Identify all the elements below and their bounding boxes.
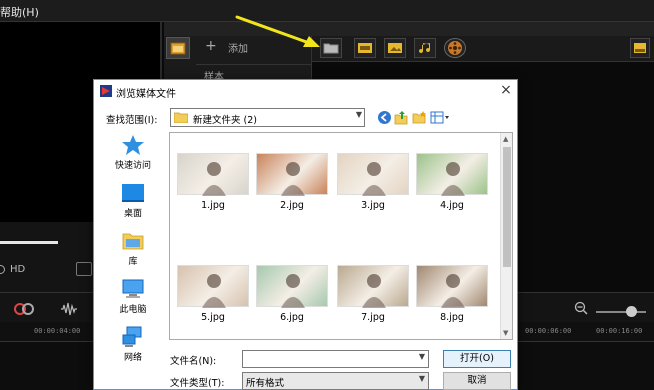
- zoom-slider-track[interactable]: [596, 311, 646, 313]
- scroll-up-icon[interactable]: ▲: [503, 135, 508, 143]
- options-button[interactable]: [630, 38, 650, 58]
- file-type-value: 所有格式: [246, 378, 285, 389]
- file-name: 4.jpg: [440, 200, 464, 211]
- media-folder-icon: [170, 42, 186, 55]
- file-list[interactable]: 1.jpg 2.jpg 3.jpg 4.jpg 5.jpg 6.jpg 7.jpg 8.jpg…: [169, 132, 513, 340]
- ruler-tick-label: 00:00:06:00: [525, 327, 572, 335]
- file-name: 8.jpg: [440, 312, 464, 323]
- chevron-down-icon: ▼: [355, 110, 362, 119]
- new-folder-icon[interactable]: [412, 110, 427, 125]
- audio-wave-icon[interactable]: [60, 302, 78, 316]
- place-label: 快速访问: [114, 161, 151, 171]
- hd-label[interactable]: HD: [10, 264, 25, 275]
- file-thumbnail: [416, 153, 488, 196]
- file-name-input[interactable]: ▼: [242, 350, 429, 368]
- back-icon[interactable]: [377, 110, 392, 125]
- look-in-dropdown[interactable]: 新建文件夹 (2) ▼: [170, 108, 365, 127]
- desktop-icon: [122, 184, 144, 202]
- place-label: 此电脑: [119, 305, 147, 315]
- folder-icon: [174, 112, 188, 123]
- add-plus-icon[interactable]: +: [205, 38, 217, 54]
- show-photo-button[interactable]: [384, 38, 406, 58]
- folder-icon: [323, 43, 339, 54]
- places-bar: 快速访问 桌面 库 此电脑 网络: [106, 132, 160, 372]
- reel-icon: [448, 41, 462, 55]
- app-logo-icon: [100, 85, 112, 97]
- photo-icon: [388, 43, 402, 53]
- preview-scrubber[interactable]: [0, 241, 58, 244]
- look-in-label: 查找范围(I):: [106, 115, 158, 126]
- show-flash-button[interactable]: [444, 38, 466, 58]
- chevron-down-icon[interactable]: ▼: [419, 352, 425, 361]
- close-button[interactable]: ×: [496, 81, 516, 99]
- place-label: 库: [128, 257, 138, 267]
- vertical-scrollbar[interactable]: ▲ ▼: [500, 133, 512, 339]
- menu-bar: 帮助(H): [0, 0, 654, 22]
- add-label[interactable]: 添加: [228, 40, 248, 55]
- music-note-icon: [419, 43, 431, 54]
- file-thumbnail: [416, 265, 488, 308]
- panel-icon: [634, 43, 646, 53]
- import-media-button[interactable]: [320, 38, 342, 58]
- zoom-out-icon[interactable]: [574, 301, 588, 315]
- place-label: 网络: [123, 353, 142, 363]
- scroll-thumb[interactable]: [503, 147, 511, 267]
- place-library[interactable]: 库: [106, 230, 160, 267]
- place-network[interactable]: 网络: [106, 326, 160, 363]
- place-label: 桌面: [123, 209, 142, 219]
- file-thumbnail: [337, 265, 409, 308]
- show-audio-button[interactable]: [414, 38, 436, 58]
- library-folder-button[interactable]: [166, 37, 190, 59]
- star-icon: [122, 135, 144, 155]
- ruler-tick-label: 00:00:16:00: [596, 327, 643, 335]
- track-manager-icon[interactable]: [14, 302, 34, 316]
- library-tab-strip: [164, 22, 654, 36]
- file-name: 7.jpg: [361, 312, 385, 323]
- file-name: 5.jpg: [201, 312, 225, 323]
- browse-media-dialog: 浏览媒体文件 × 查找范围(I): 新建文件夹 (2) ▼ 快速访问 桌面 库 …: [93, 79, 518, 390]
- aspect-icon[interactable]: [76, 262, 92, 276]
- file-name: 2.jpg: [280, 200, 304, 211]
- chevron-down-icon: ▼: [418, 374, 425, 383]
- look-in-value: 新建文件夹 (2): [193, 115, 257, 126]
- library-icon: [122, 233, 144, 250]
- file-thumbnail: [337, 153, 409, 196]
- zoom-slider-knob[interactable]: [626, 306, 637, 317]
- file-name: 3.jpg: [361, 200, 385, 211]
- cancel-button[interactable]: 取消: [443, 372, 511, 390]
- open-button[interactable]: 打开(O): [443, 350, 511, 368]
- library-divider: [196, 64, 312, 65]
- view-menu-icon[interactable]: [430, 110, 450, 125]
- computer-icon: [122, 279, 144, 298]
- video-icon: [358, 43, 372, 53]
- ruler-tick-label: 00:00:04:00: [34, 327, 81, 335]
- place-this-pc[interactable]: 此电脑: [106, 278, 160, 315]
- file-type-label: 文件类型(T):: [170, 378, 225, 389]
- dialog-title: 浏览媒体文件: [116, 89, 176, 100]
- file-name-label: 文件名(N):: [170, 356, 217, 367]
- network-icon: [122, 326, 142, 347]
- file-name: 6.jpg: [280, 312, 304, 323]
- file-thumbnail: [177, 265, 249, 308]
- file-thumbnail: [177, 153, 249, 196]
- up-folder-icon[interactable]: [394, 110, 409, 125]
- file-thumbnail: [256, 153, 328, 196]
- menu-help[interactable]: 帮助(H): [0, 4, 39, 20]
- place-desktop[interactable]: 桌面: [106, 182, 160, 219]
- file-type-dropdown[interactable]: 所有格式 ▼: [242, 372, 429, 390]
- scroll-down-icon[interactable]: ▼: [503, 329, 508, 337]
- place-quick-access[interactable]: 快速访问: [106, 134, 160, 171]
- file-name: 1.jpg: [201, 200, 225, 211]
- show-video-button[interactable]: [354, 38, 376, 58]
- file-thumbnail: [256, 265, 328, 308]
